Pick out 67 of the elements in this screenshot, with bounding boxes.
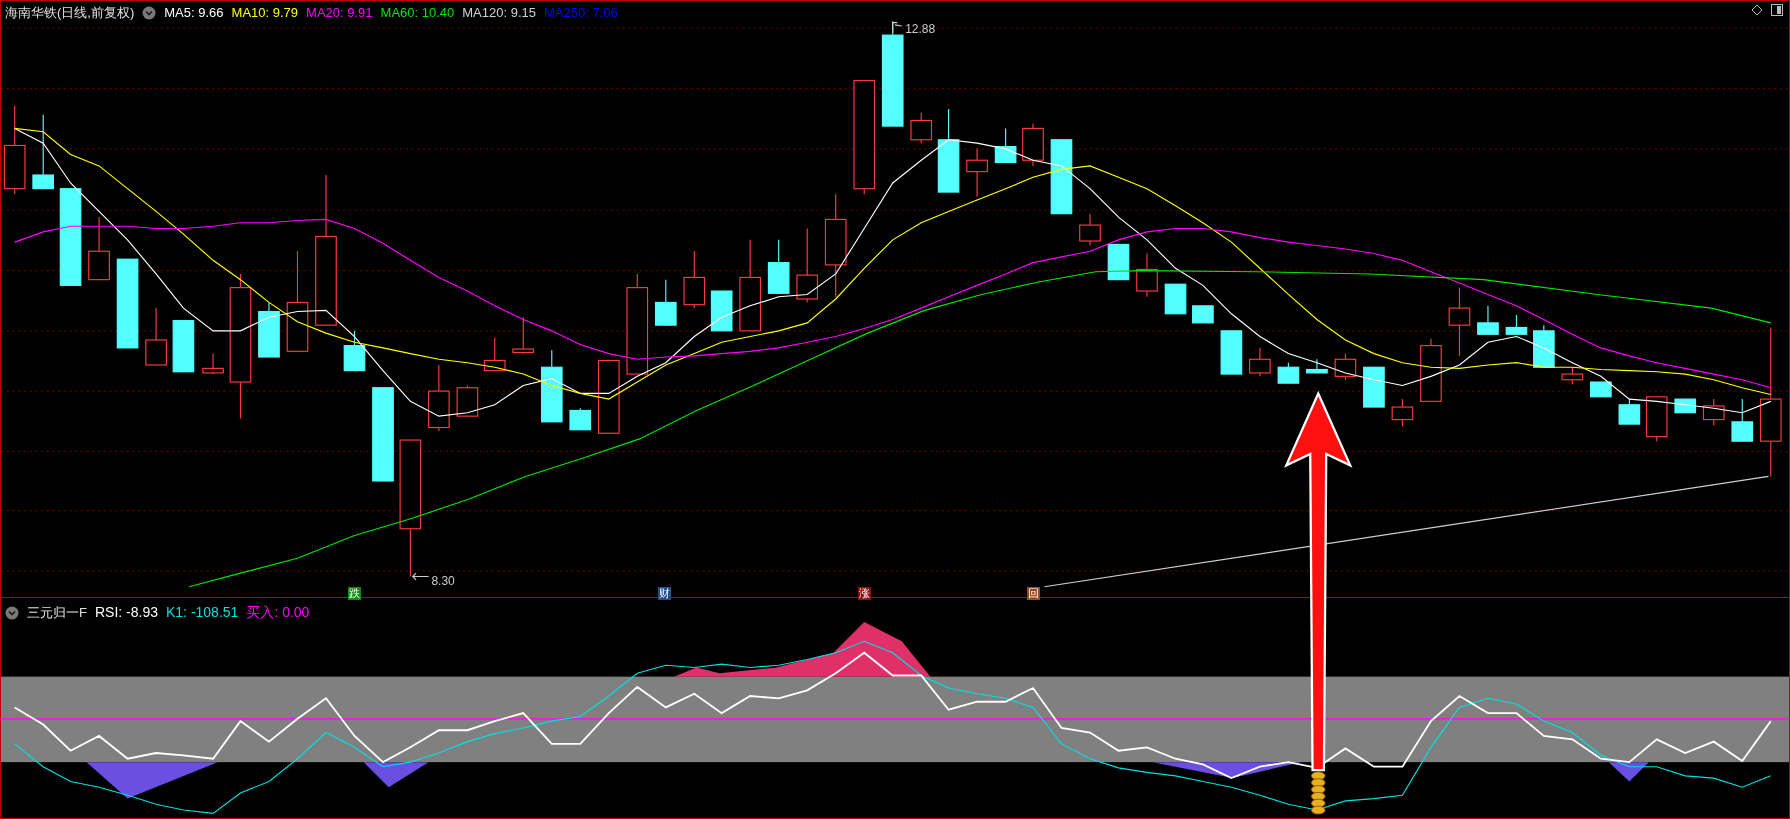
indicator-title: 三元归一F (27, 603, 87, 622)
candlestick (1391, 398, 1414, 427)
panel-toggle-icon[interactable] (1771, 4, 1783, 16)
event-marker: 跌 (347, 586, 361, 600)
candlestick (483, 337, 506, 372)
candlestick (1731, 398, 1754, 442)
candlestick (1107, 243, 1130, 281)
candlestick (1448, 287, 1471, 357)
candlestick (1192, 305, 1214, 324)
candlestick (1674, 398, 1697, 414)
candlestick (1277, 362, 1300, 384)
stock-title: 海南华铁(日线,前复权) (5, 4, 135, 22)
candlestick (1618, 398, 1641, 425)
event-marker: 回 (1027, 586, 1041, 600)
dropdown-icon[interactable] (5, 605, 19, 620)
high-price-label: 12.88 (905, 21, 936, 39)
indicator-value: RSI: -8.93 (94, 603, 158, 622)
candlestick (1561, 366, 1584, 385)
candlestick (994, 127, 1017, 164)
candlestick (683, 250, 706, 309)
coin-stack-drawing (1311, 771, 1326, 815)
moving-average-value: MA120: 9.15 (462, 4, 536, 22)
candlestick (767, 239, 790, 294)
candlestick (1306, 358, 1328, 374)
candlestick (343, 330, 366, 372)
low-price-arrow-icon (411, 572, 430, 581)
candlestick (910, 111, 933, 144)
high-price-marker-icon (892, 20, 903, 34)
event-marker: 财 (658, 586, 672, 600)
candlestick (1702, 398, 1725, 426)
candlestick (1420, 338, 1442, 402)
candlestick (88, 216, 110, 281)
candlestick (1533, 324, 1555, 368)
candlestick (1164, 283, 1187, 315)
candlestick (710, 290, 733, 332)
dropdown-icon[interactable] (142, 5, 157, 20)
candlestick (512, 316, 535, 355)
diamond-icon[interactable] (1751, 4, 1763, 16)
candlestick (1590, 381, 1612, 398)
indicator-value: K1: -108.51 (166, 603, 239, 622)
candlestick (1136, 252, 1158, 298)
candlestick (202, 353, 224, 375)
candlestick (1334, 353, 1357, 381)
moving-average-value: MA60: 10.40 (380, 4, 455, 22)
candlestick (1022, 123, 1044, 167)
candlestick (1477, 305, 1499, 335)
candlestick (145, 307, 167, 366)
candlestick (1249, 347, 1271, 377)
indicator-value: 买入: 0.00 (246, 603, 310, 622)
moving-average-value: MA20: 9.91 (306, 4, 373, 22)
candlestick (1363, 366, 1385, 408)
moving-average-value: MA250: 7.06 (544, 4, 618, 22)
candlestick (1220, 330, 1243, 375)
candlestick (654, 279, 677, 326)
candlestick (172, 320, 195, 373)
low-price-label: 8.30 (431, 572, 455, 590)
moving-average-value: MA5: 9.66 (164, 4, 224, 22)
candlestick (428, 364, 450, 432)
candlestick (1645, 396, 1668, 442)
event-marker: 涨 (858, 586, 872, 600)
candlestick (966, 148, 988, 198)
candlestick (569, 407, 592, 431)
candlestick (1079, 213, 1101, 247)
candlestick (1505, 314, 1528, 335)
candlestick (258, 301, 280, 358)
moving-average-value: MA10: 9.79 (231, 4, 299, 22)
candlestick (456, 384, 479, 417)
